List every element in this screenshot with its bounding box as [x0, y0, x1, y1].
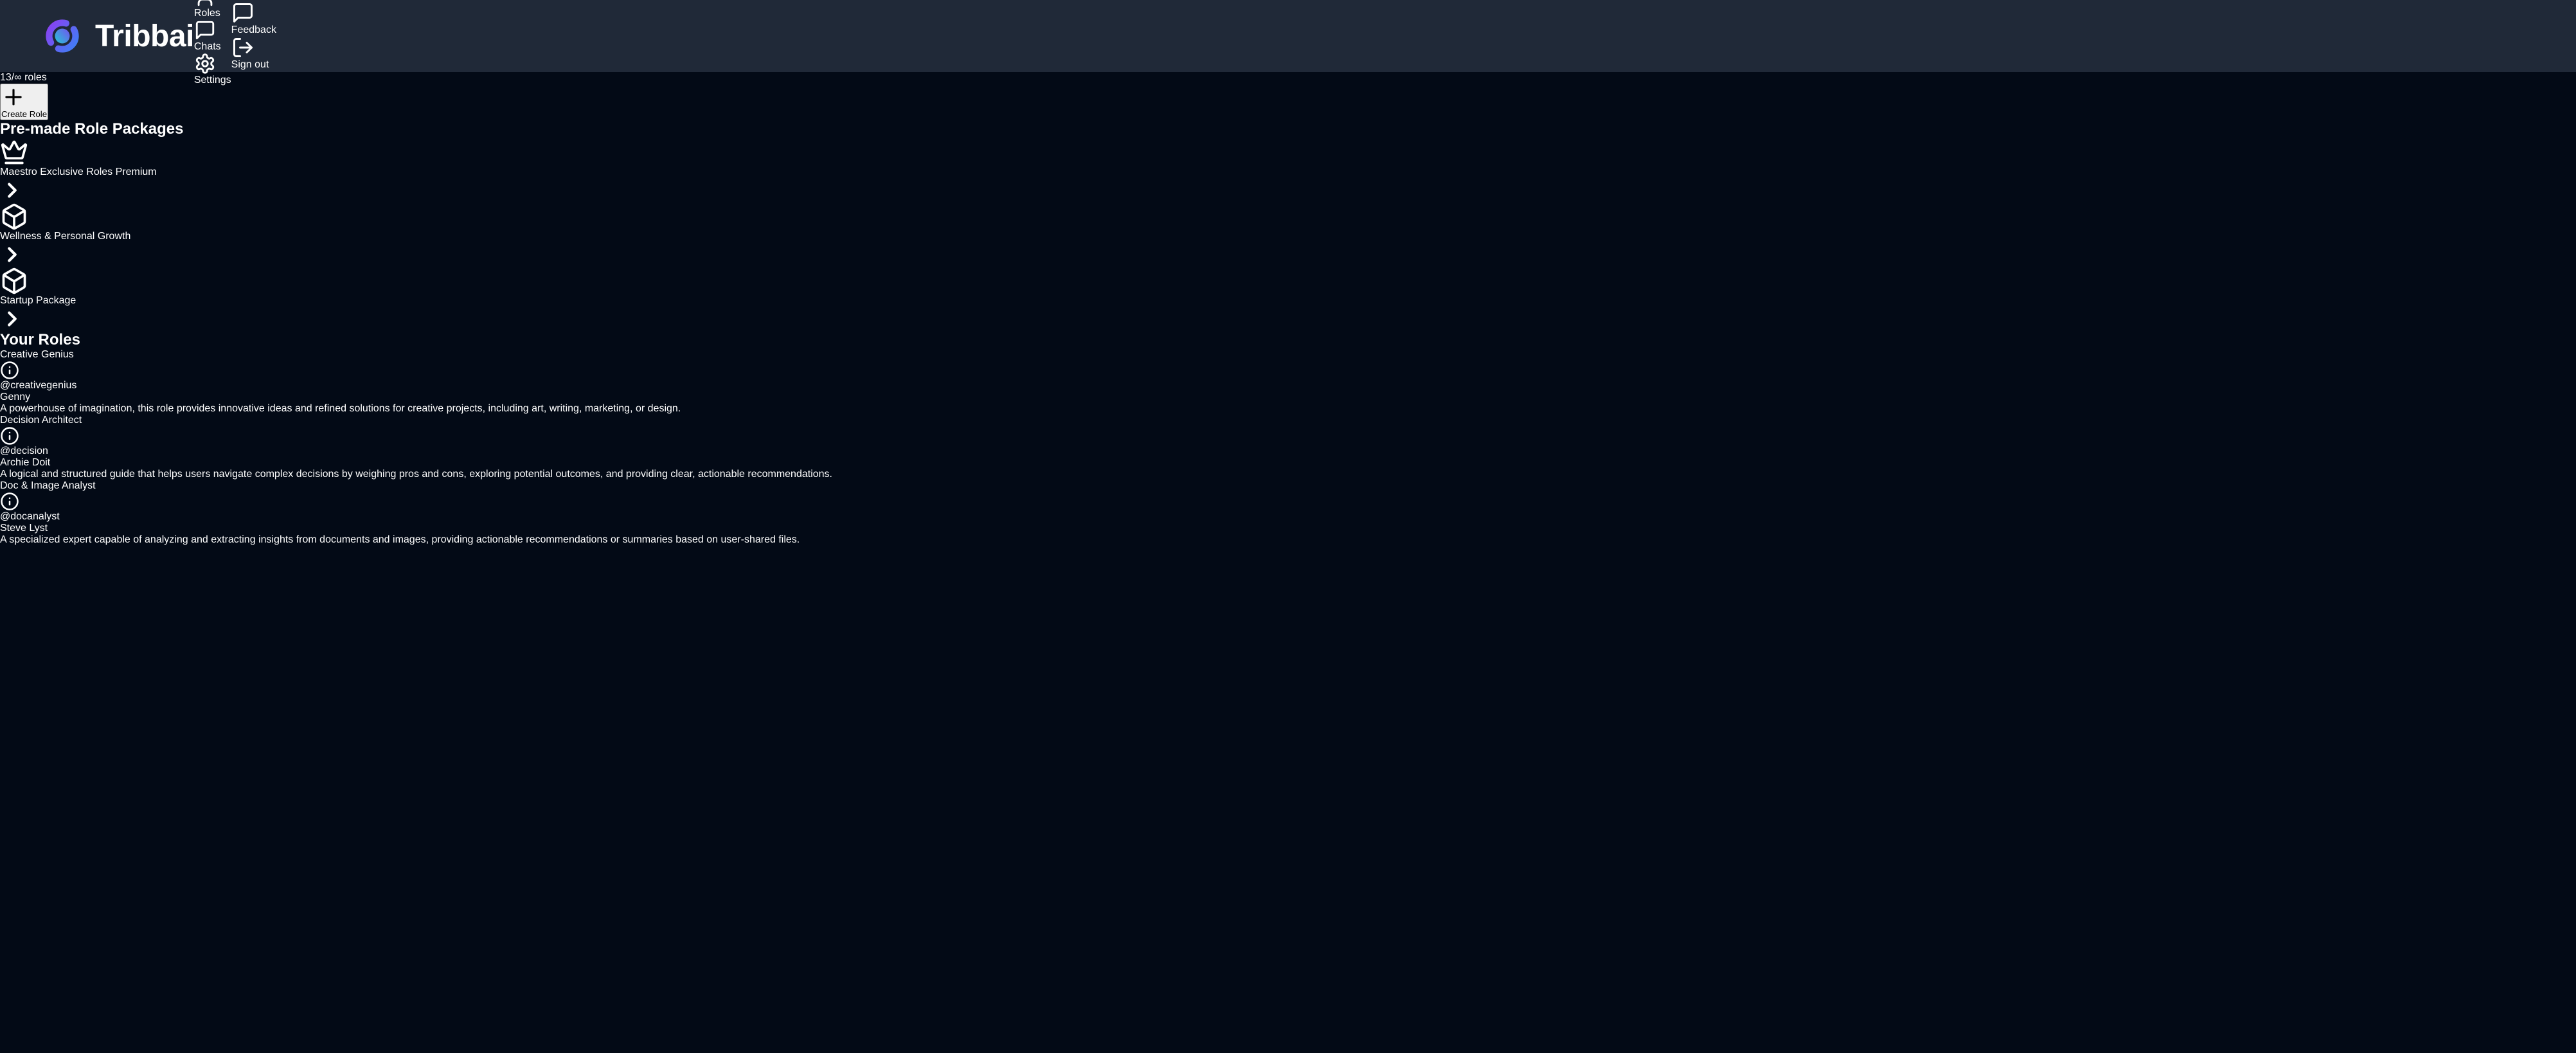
message-square-icon: [231, 1, 276, 24]
chevron-right-icon: [0, 307, 2576, 331]
nav-item-chats[interactable]: Chats: [194, 19, 231, 53]
package-row-maestro[interactable]: Maestro Exclusive Roles Premium: [0, 138, 2576, 203]
sign-out-label: Sign out: [231, 59, 269, 70]
nav-links: Roles Chats Settings: [194, 0, 231, 86]
role-handle: @decision: [0, 446, 48, 456]
nav-item-label: Settings: [194, 75, 231, 86]
premade-packages-heading: Pre-made Role Packages: [0, 120, 2576, 138]
package-label: Maestro Exclusive Roles: [0, 166, 112, 177]
top-navbar: Tribbai Roles Chats: [0, 0, 2576, 72]
info-icon: [0, 492, 2576, 511]
role-handle: @creativegenius: [0, 380, 76, 391]
role-handle-badge[interactable]: @creativegenius: [0, 361, 2576, 391]
gear-icon: [194, 53, 231, 75]
package-icon: [0, 203, 2576, 231]
feedback-label: Feedback: [231, 24, 276, 35]
info-icon: [0, 426, 2576, 446]
message-square-icon: [194, 19, 231, 41]
sign-out-button[interactable]: Sign out: [231, 36, 276, 71]
nav-item-roles[interactable]: Roles: [194, 0, 231, 19]
log-out-icon: [231, 36, 276, 59]
your-roles-heading: Your Roles: [0, 331, 2576, 349]
role-persona: Genny: [0, 392, 2576, 403]
roles-count-badge: 13/∞ roles: [0, 72, 2576, 84]
crown-icon: [0, 138, 2576, 166]
package-label: Wellness & Personal Growth: [0, 231, 130, 242]
tribbai-logo-icon: [44, 17, 81, 55]
chevron-right-icon: [0, 242, 2576, 267]
role-card-creative-genius[interactable]: Creative Genius @creativegenius Genny A …: [0, 349, 2576, 415]
role-persona: Archie Doit: [0, 457, 2576, 469]
roles-cards-grid: Creative Genius @creativegenius Genny A …: [0, 349, 2576, 546]
chevron-right-icon: [0, 178, 2576, 203]
info-icon: [0, 361, 2576, 380]
role-description: A powerhouse of imagination, this role p…: [0, 403, 2576, 415]
role-handle: @docanalyst: [0, 511, 60, 522]
package-row-wellness[interactable]: Wellness & Personal Growth: [0, 203, 2576, 267]
card-header: Decision Architect @decision: [0, 415, 2576, 457]
role-description: A logical and structured guide that help…: [0, 469, 2576, 480]
feedback-button[interactable]: Feedback: [231, 1, 276, 36]
package-icon: [0, 267, 2576, 295]
role-description: A specialized expert capable of analyzin…: [0, 534, 2576, 546]
role-card-decision-architect[interactable]: Decision Architect @decision Archie Doit…: [0, 415, 2576, 480]
nav-item-label: Chats: [194, 41, 221, 52]
nav-item-settings[interactable]: Settings: [194, 53, 231, 86]
main-content: 13/∞ roles Create Role Pre-made Role Pac…: [0, 72, 2576, 546]
create-role-label: Create Role: [1, 109, 47, 119]
role-card-doc-image-analyst[interactable]: Doc & Image Analyst @docanalyst Steve Ly…: [0, 480, 2576, 546]
role-handle-badge[interactable]: @docanalyst: [0, 492, 2576, 522]
brand-name: Tribbai: [95, 19, 194, 54]
user-icon: [194, 0, 231, 8]
package-row-startup[interactable]: Startup Package: [0, 267, 2576, 331]
premium-badge: Premium: [116, 166, 157, 177]
role-title: Decision Architect: [0, 415, 82, 426]
role-title: Creative Genius: [0, 349, 74, 360]
create-role-button[interactable]: Create Role: [0, 84, 48, 120]
card-header: Creative Genius @creativegenius: [0, 349, 2576, 392]
role-title: Doc & Image Analyst: [0, 480, 96, 491]
role-handle-badge[interactable]: @decision: [0, 426, 2576, 456]
package-label: Startup Package: [0, 295, 76, 306]
roles-header-row: 13/∞ roles Create Role: [0, 72, 2576, 120]
plus-icon: [1, 85, 47, 109]
brand-logo[interactable]: Tribbai: [44, 17, 194, 55]
nav-right: Feedback Sign out: [231, 1, 276, 71]
nav-item-label: Roles: [194, 8, 220, 19]
role-persona: Steve Lyst: [0, 523, 2576, 534]
card-header: Doc & Image Analyst @docanalyst: [0, 480, 2576, 523]
